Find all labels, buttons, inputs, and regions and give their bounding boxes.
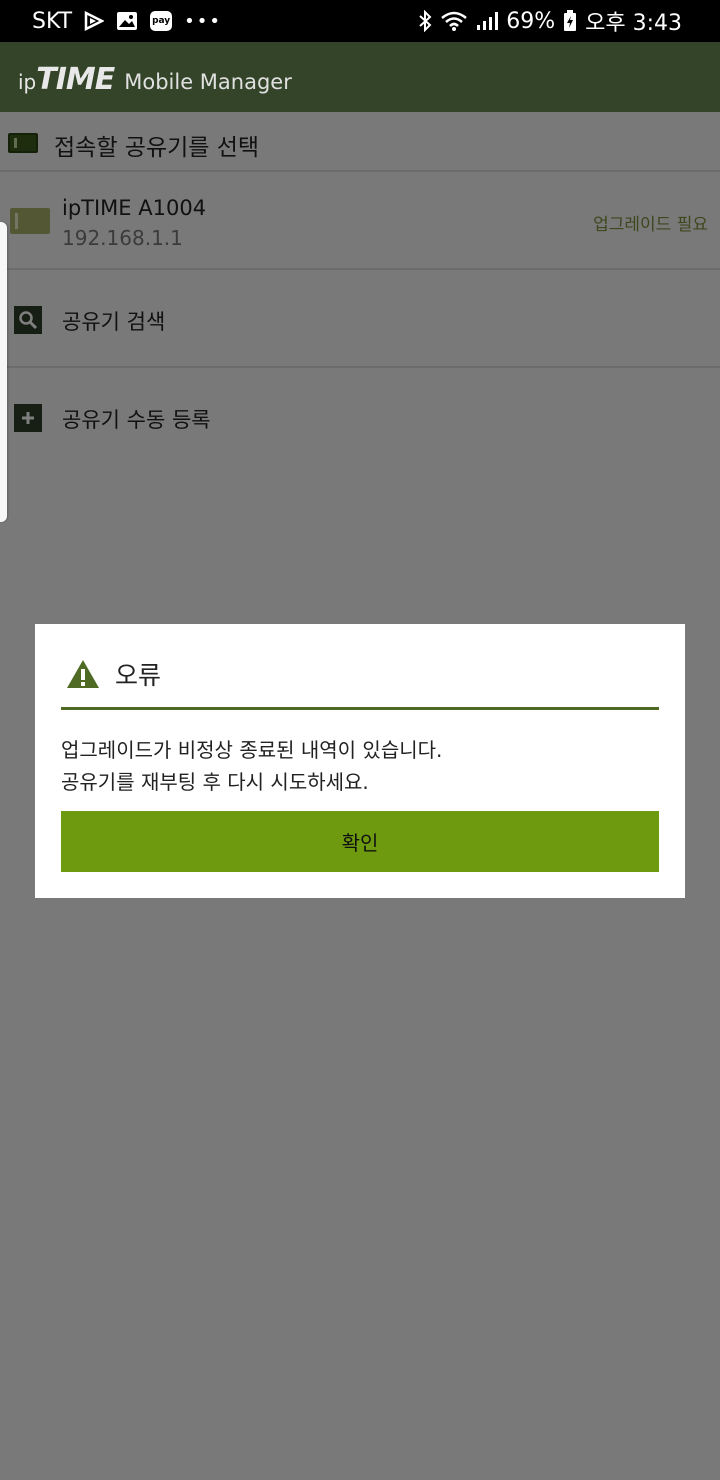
battery-charging-icon <box>563 10 577 32</box>
signal-icon <box>476 11 499 31</box>
battery-percent: 69% <box>506 8 556 34</box>
dialog-title: 오류 <box>115 661 162 690</box>
gallery-icon <box>116 11 138 31</box>
dialog-message-line-2: 공유기를 재부팅 후 다시 시도하세요. <box>61 770 369 794</box>
edge-panel-handle[interactable] <box>0 222 7 522</box>
dialog-message-line-1: 업그레이드가 비정상 종료된 내역이 있습니다. <box>61 738 443 762</box>
clock: 오후 3:43 <box>585 11 682 36</box>
brand-subtitle: Mobile Manager <box>124 70 292 94</box>
play-store-icon <box>84 11 105 31</box>
confirm-button[interactable]: 확인 <box>61 811 659 872</box>
status-bar-right: 69% 오후 3:43 <box>418 0 682 42</box>
dialog-message: 업그레이드가 비정상 종료된 내역이 있습니다. 공유기를 재부팅 후 다시 시… <box>61 734 659 798</box>
app-bar: ip TIME Mobile Manager <box>0 42 720 112</box>
dialog-header: 오류 <box>61 648 659 710</box>
samsung-pay-icon: pay <box>150 11 173 31</box>
error-dialog: 오류 업그레이드가 비정상 종료된 내역이 있습니다. 공유기를 재부팅 후 다… <box>35 624 685 898</box>
more-notifications-icon: ••• <box>184 10 222 32</box>
carrier-label: SKT <box>32 8 73 34</box>
status-bar-left: SKT pay ••• <box>32 0 222 42</box>
bluetooth-icon <box>418 10 432 32</box>
warning-icon <box>65 658 101 690</box>
wifi-icon <box>440 10 468 32</box>
app-logo: ip TIME Mobile Manager <box>18 62 292 97</box>
status-bar: SKT pay ••• 69% 오후 3:43 <box>0 0 720 42</box>
brand-time: TIME <box>36 62 115 97</box>
brand-ip: ip <box>18 70 37 94</box>
